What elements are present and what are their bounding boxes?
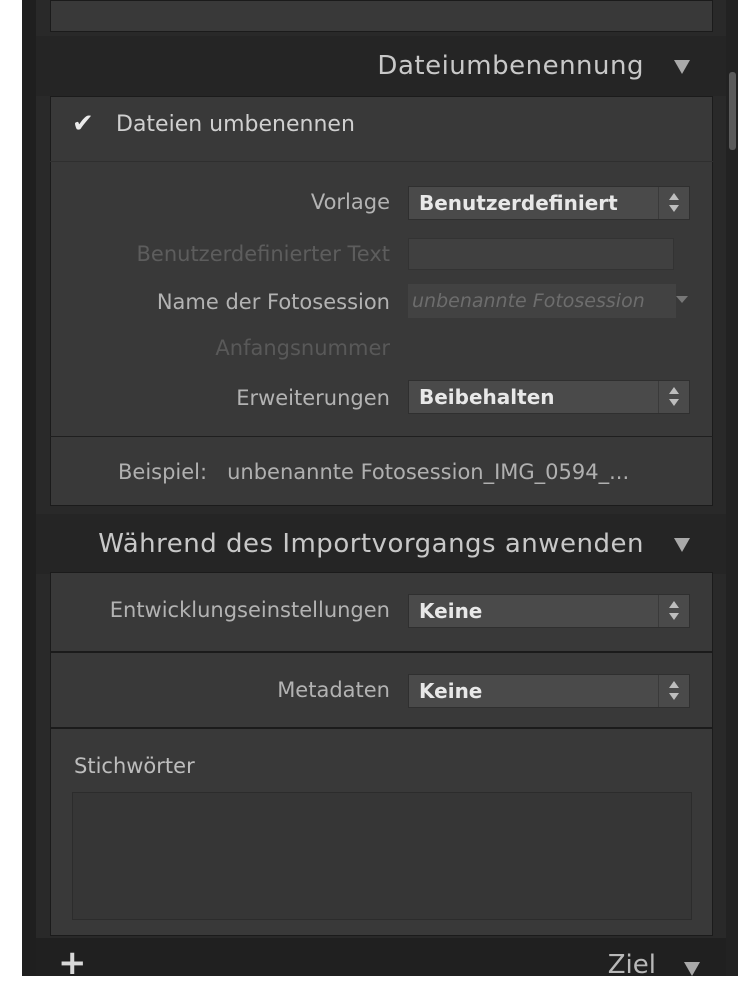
apply-during-import-title: Während des Importvorgangs anwenden [98,529,644,559]
metadata-value: Keine [419,679,483,703]
divider [50,436,713,437]
scrollbar-thumb[interactable] [729,72,736,150]
file-renaming-header[interactable]: Dateiumbenennung [36,36,726,96]
collapse-triangle-icon[interactable] [684,962,700,976]
develop-settings-label: Entwicklungseinstellungen [109,598,390,622]
extensions-label: Erweiterungen [236,386,390,410]
custom-text-input[interactable] [408,238,674,270]
keywords-textarea[interactable] [72,792,692,920]
template-select[interactable]: Benutzerdefiniert [408,186,690,220]
session-dropdown-icon[interactable] [676,296,688,303]
rename-files-checkbox-icon[interactable]: ✔ [72,110,94,138]
rename-files-label[interactable]: Dateien umbenennen [116,112,355,137]
template-select-value: Benutzerdefiniert [419,191,618,215]
template-label: Vorlage [310,190,390,214]
develop-settings-select[interactable]: Keine [408,594,690,628]
keywords-label: Stichwörter [74,754,195,778]
apply-during-import-header[interactable]: Während des Importvorgangs anwenden [36,514,726,574]
session-name-label: Name der Fotosession [156,290,390,314]
stepper-icon [658,187,689,219]
extensions-select-value: Beibehalten [419,385,555,409]
scrollbar[interactable] [726,0,738,976]
stepper-icon [658,595,689,627]
file-renaming-title: Dateiumbenennung [377,51,644,81]
previous-section-box [50,0,713,32]
stepper-icon [658,675,689,707]
metadata-select[interactable]: Keine [408,674,690,708]
session-name-input[interactable]: unbenannte Fotosession [408,284,676,318]
plus-icon[interactable]: + [58,944,87,982]
example-label: Beispiel: [118,460,208,484]
start-number-label: Anfangsnummer [215,336,390,360]
example-filename: Beispiel: unbenannte Fotosession_IMG_0594… [118,460,629,484]
collapse-triangle-icon[interactable] [674,60,690,74]
collapse-triangle-icon[interactable] [674,538,690,552]
metadata-label: Metadaten [277,678,390,702]
example-value: unbenannte Fotosession_IMG_0594_... [227,460,630,484]
custom-text-label: Benutzerdefinierter Text [136,242,391,266]
stepper-icon [658,381,689,413]
extensions-select[interactable]: Beibehalten [408,380,690,414]
develop-settings-value: Keine [419,599,483,623]
panel-left-rail [22,0,36,976]
